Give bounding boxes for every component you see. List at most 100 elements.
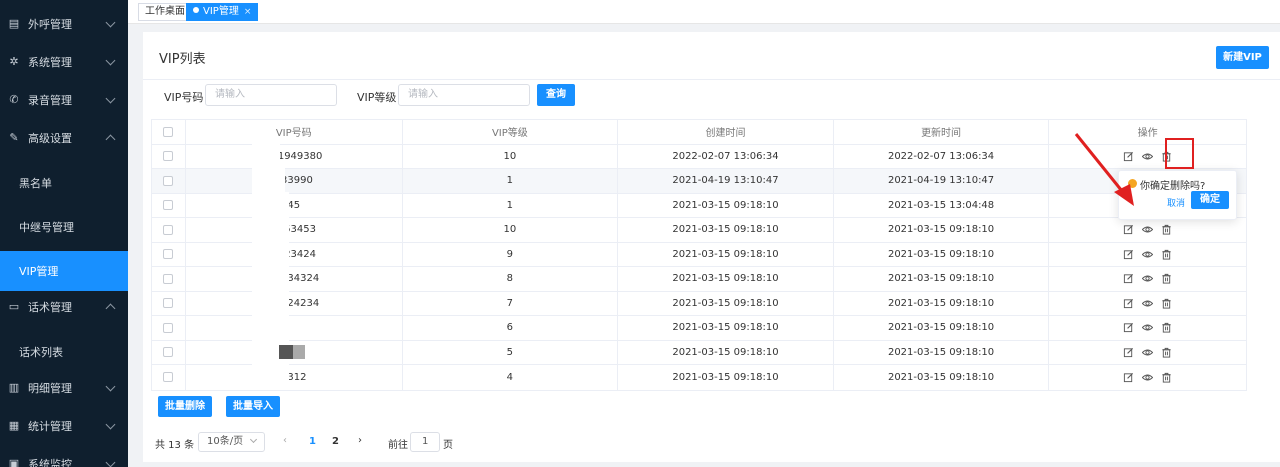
cell-created: 2021-03-15 09:18:10 bbox=[618, 193, 834, 217]
vip-list-card: VIP列表 新建VIP VIP号码 请输入 VIP等级 请输入 查询 VIP号码… bbox=[143, 32, 1280, 462]
page-size-select[interactable]: 10条/页 bbox=[198, 432, 265, 452]
row-checkbox[interactable] bbox=[163, 200, 174, 211]
phone-icon: ✆ bbox=[9, 93, 19, 106]
tab-vip[interactable]: VIP管理 × bbox=[186, 3, 259, 21]
sidebar-item-label: 明细管理 bbox=[28, 382, 72, 395]
row-checkbox[interactable] bbox=[163, 175, 174, 186]
select-all-checkbox[interactable] bbox=[163, 126, 174, 137]
chevron-up-icon bbox=[105, 303, 116, 314]
delete-icon[interactable] bbox=[1161, 347, 1172, 358]
redaction-mask bbox=[293, 345, 305, 359]
edit-icon[interactable] bbox=[1123, 249, 1134, 260]
cell-created: 2022-02-07 13:06:34 bbox=[618, 144, 834, 168]
vip-level-label: VIP等级 bbox=[357, 91, 397, 104]
cell-created: 2021-04-19 13:10:47 bbox=[618, 169, 834, 193]
row-checkbox[interactable] bbox=[163, 298, 174, 309]
sidebar-item-recording[interactable]: ✆ 录音管理 bbox=[0, 81, 128, 119]
cell-vip-number: 43424234 bbox=[186, 291, 403, 315]
row-checkbox[interactable] bbox=[163, 224, 174, 235]
row-checkbox[interactable] bbox=[163, 273, 174, 284]
cell-vip-number: 45 bbox=[186, 193, 403, 217]
header-vip-level: VIP等级 bbox=[403, 120, 619, 144]
delete-icon[interactable] bbox=[1161, 298, 1172, 309]
sidebar-item-vip[interactable]: VIP管理 bbox=[0, 251, 128, 291]
delete-icon[interactable] bbox=[1161, 224, 1172, 235]
edit-icon[interactable] bbox=[1123, 298, 1134, 309]
cell-vip-level: 1 bbox=[403, 169, 619, 193]
edit-icon[interactable] bbox=[1123, 372, 1134, 383]
chevron-up-icon bbox=[105, 134, 116, 145]
goto-label: 前往 bbox=[388, 440, 408, 451]
row-checkbox[interactable] bbox=[163, 347, 174, 358]
sidebar-item-system[interactable]: ✲ 系统管理 bbox=[0, 43, 128, 81]
view-icon[interactable] bbox=[1142, 372, 1154, 383]
sidebar-item-blacklist[interactable]: 黑名单 bbox=[0, 163, 128, 203]
tab-workspace[interactable]: 工作桌面 bbox=[138, 3, 192, 21]
view-icon[interactable] bbox=[1142, 224, 1154, 235]
edit-icon[interactable] bbox=[1123, 273, 1134, 284]
page-suffix: 页 bbox=[443, 440, 453, 451]
table-row: 43424234 7 2021-03-15 09:18:10 2021-03-15 0… bbox=[152, 291, 1246, 316]
cell-created: 2021-03-15 09:18:10 bbox=[618, 291, 834, 315]
view-icon[interactable] bbox=[1142, 151, 1154, 162]
edit-icon[interactable] bbox=[1123, 347, 1134, 358]
vip-level-input[interactable]: 请输入 bbox=[398, 84, 530, 106]
query-button[interactable]: 查询 bbox=[537, 84, 575, 106]
view-icon[interactable] bbox=[1142, 249, 1154, 260]
delete-icon[interactable] bbox=[1161, 372, 1172, 383]
edit-icon: ✎ bbox=[9, 131, 19, 144]
cell-updated: 2021-03-15 09:18:10 bbox=[834, 316, 1050, 340]
table-row: 34434324 8 2021-03-15 09:18:10 2021-03-15 0… bbox=[152, 267, 1246, 292]
confirm-button[interactable]: 确定 bbox=[1191, 191, 1229, 209]
view-icon[interactable] bbox=[1142, 298, 1154, 309]
gear-icon: ✲ bbox=[9, 55, 19, 68]
sidebar-item-advanced[interactable]: ✎ 高级设置 bbox=[0, 119, 128, 157]
sidebar-item-script-list[interactable]: 话术列表 bbox=[0, 332, 128, 372]
page-2[interactable]: 2 bbox=[332, 436, 339, 447]
new-vip-button[interactable]: 新建VIP bbox=[1216, 46, 1269, 69]
chevron-down-icon bbox=[105, 17, 116, 28]
cell-created: 2021-03-15 09:18:10 bbox=[618, 242, 834, 266]
sidebar-item-trunk[interactable]: 中继号管理 bbox=[0, 207, 128, 247]
redaction-mask bbox=[252, 144, 280, 168]
goto-page-input[interactable]: 1 bbox=[410, 432, 440, 452]
row-checkbox[interactable] bbox=[163, 322, 174, 333]
delete-icon[interactable] bbox=[1161, 322, 1172, 333]
sidebar-item-script[interactable]: ▭ 话术管理 bbox=[0, 288, 128, 326]
chart-icon: ▦ bbox=[8, 419, 20, 432]
batch-delete-button[interactable]: 批量删除 bbox=[158, 396, 212, 417]
cell-created: 2021-03-15 09:18:10 bbox=[618, 340, 834, 364]
vip-number-input[interactable]: 请输入 bbox=[205, 84, 337, 106]
edit-icon[interactable] bbox=[1123, 322, 1134, 333]
sidebar-item-monitor[interactable]: ▣ 系统监控 bbox=[0, 445, 128, 467]
highlight-box bbox=[1165, 138, 1194, 169]
row-checkbox[interactable] bbox=[163, 372, 174, 383]
delete-icon[interactable] bbox=[1161, 273, 1172, 284]
page-1[interactable]: 1 bbox=[309, 436, 316, 447]
page-title: VIP列表 bbox=[159, 52, 206, 67]
cell-created: 2021-03-15 09:18:10 bbox=[618, 365, 834, 390]
table-row: 3423424 9 2021-03-15 09:18:10 2021-03-15 09… bbox=[152, 242, 1246, 267]
sidebar-item-detail[interactable]: ▥ 明细管理 bbox=[0, 369, 128, 407]
view-icon[interactable] bbox=[1142, 322, 1154, 333]
cell-vip-number: 333990 bbox=[186, 169, 403, 193]
tabs-bar: 工作桌面 VIP管理 × bbox=[128, 0, 1280, 24]
cell-updated: 2021-03-15 09:18:10 bbox=[834, 218, 1050, 242]
chevron-down-icon bbox=[105, 419, 116, 430]
header-vip-number: VIP号码 bbox=[186, 120, 403, 144]
close-icon[interactable]: × bbox=[244, 7, 252, 17]
delete-icon[interactable] bbox=[1161, 249, 1172, 260]
edit-icon[interactable] bbox=[1123, 224, 1134, 235]
row-checkbox[interactable] bbox=[163, 151, 174, 162]
sidebar-item-statistics[interactable]: ▦ 统计管理 bbox=[0, 407, 128, 445]
cancel-button[interactable]: 取消 bbox=[1167, 196, 1185, 209]
next-page-icon[interactable]: › bbox=[358, 435, 362, 446]
view-icon[interactable] bbox=[1142, 347, 1154, 358]
prev-page-icon[interactable]: ‹ bbox=[283, 435, 287, 446]
sidebar-item-outbound[interactable]: ▤ 外呼管理 bbox=[0, 5, 128, 43]
sidebar-item-label: 黑名单 bbox=[19, 177, 52, 190]
view-icon[interactable] bbox=[1142, 273, 1154, 284]
row-checkbox[interactable] bbox=[163, 249, 174, 260]
cell-vip-level: 8 bbox=[403, 267, 619, 291]
batch-import-button[interactable]: 批量导入 bbox=[226, 396, 280, 417]
